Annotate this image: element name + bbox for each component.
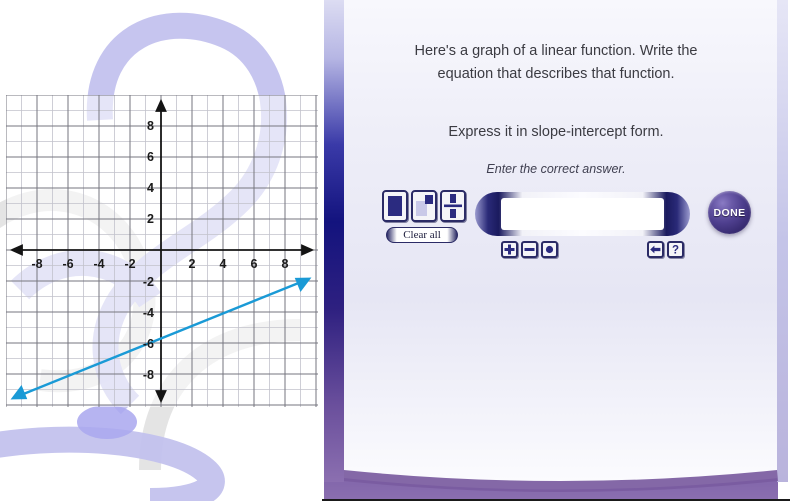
stacked-fraction-icon bbox=[444, 194, 462, 218]
svg-text:-8: -8 bbox=[143, 368, 154, 382]
panel-content: Here's a graph of a linear function. Wri… bbox=[334, 0, 778, 470]
svg-text:8: 8 bbox=[282, 257, 289, 271]
operator-button-group bbox=[501, 241, 558, 258]
question-prompt-primary: Here's a graph of a linear function. Wri… bbox=[414, 43, 698, 82]
done-button[interactable]: DONE bbox=[708, 191, 751, 234]
coordinate-graph: -8 -6 -4 -2 2 4 6 8 8 6 4 2 -2 -4 -6 -8 bbox=[6, 95, 318, 407]
minus-button[interactable] bbox=[521, 241, 538, 258]
plus-icon bbox=[504, 244, 515, 255]
app-stage: -8 -6 -4 -2 2 4 6 8 8 6 4 2 -2 -4 -6 -8 bbox=[0, 0, 790, 501]
whole-number-format-button[interactable] bbox=[382, 190, 408, 222]
box-with-superscript-icon bbox=[416, 195, 433, 216]
backspace-button[interactable] bbox=[647, 241, 664, 258]
navigation-button-group: ? bbox=[647, 241, 684, 258]
decorative-ellipse bbox=[77, 405, 137, 439]
answer-input-shell bbox=[475, 192, 690, 236]
left-arrow-icon bbox=[650, 245, 661, 254]
svg-text:4: 4 bbox=[147, 181, 154, 195]
answer-input[interactable] bbox=[501, 198, 664, 230]
svg-text:-6: -6 bbox=[143, 337, 154, 351]
question-mark-icon: ? bbox=[672, 245, 679, 256]
svg-text:2: 2 bbox=[189, 257, 196, 271]
svg-text:-2: -2 bbox=[143, 275, 154, 289]
svg-text:6: 6 bbox=[147, 150, 154, 164]
format-button-group bbox=[382, 190, 466, 222]
filled-box-icon bbox=[388, 196, 402, 216]
plus-button[interactable] bbox=[501, 241, 518, 258]
fraction-format-button[interactable] bbox=[440, 190, 466, 222]
svg-text:2: 2 bbox=[147, 212, 154, 226]
graph-svg: -8 -6 -4 -2 2 4 6 8 8 6 4 2 -2 -4 -6 -8 bbox=[6, 95, 318, 407]
clear-all-button[interactable]: Clear all bbox=[386, 227, 458, 243]
svg-text:?: ? bbox=[672, 245, 679, 256]
svg-text:4: 4 bbox=[220, 257, 227, 271]
svg-text:-4: -4 bbox=[143, 306, 154, 320]
svg-text:-6: -6 bbox=[62, 257, 73, 271]
svg-text:-2: -2 bbox=[124, 257, 135, 271]
mixed-number-format-button[interactable] bbox=[411, 190, 437, 222]
svg-text:-4: -4 bbox=[93, 257, 104, 271]
graph-pane: -8 -6 -4 -2 2 4 6 8 8 6 4 2 -2 -4 -6 -8 bbox=[0, 0, 330, 501]
minus-icon bbox=[524, 248, 535, 251]
decimal-point-button[interactable] bbox=[541, 241, 558, 258]
question-pane: Here's a graph of a linear function. Wri… bbox=[322, 0, 790, 501]
help-button[interactable]: ? bbox=[667, 241, 684, 258]
svg-text:6: 6 bbox=[251, 257, 258, 271]
question-prompt-form: Express it in slope-intercept form. bbox=[448, 124, 664, 140]
dot-icon bbox=[545, 245, 554, 254]
svg-text:-8: -8 bbox=[31, 257, 42, 271]
answer-instruction: Enter the correct answer. bbox=[486, 162, 626, 176]
svg-text:8: 8 bbox=[147, 119, 154, 133]
